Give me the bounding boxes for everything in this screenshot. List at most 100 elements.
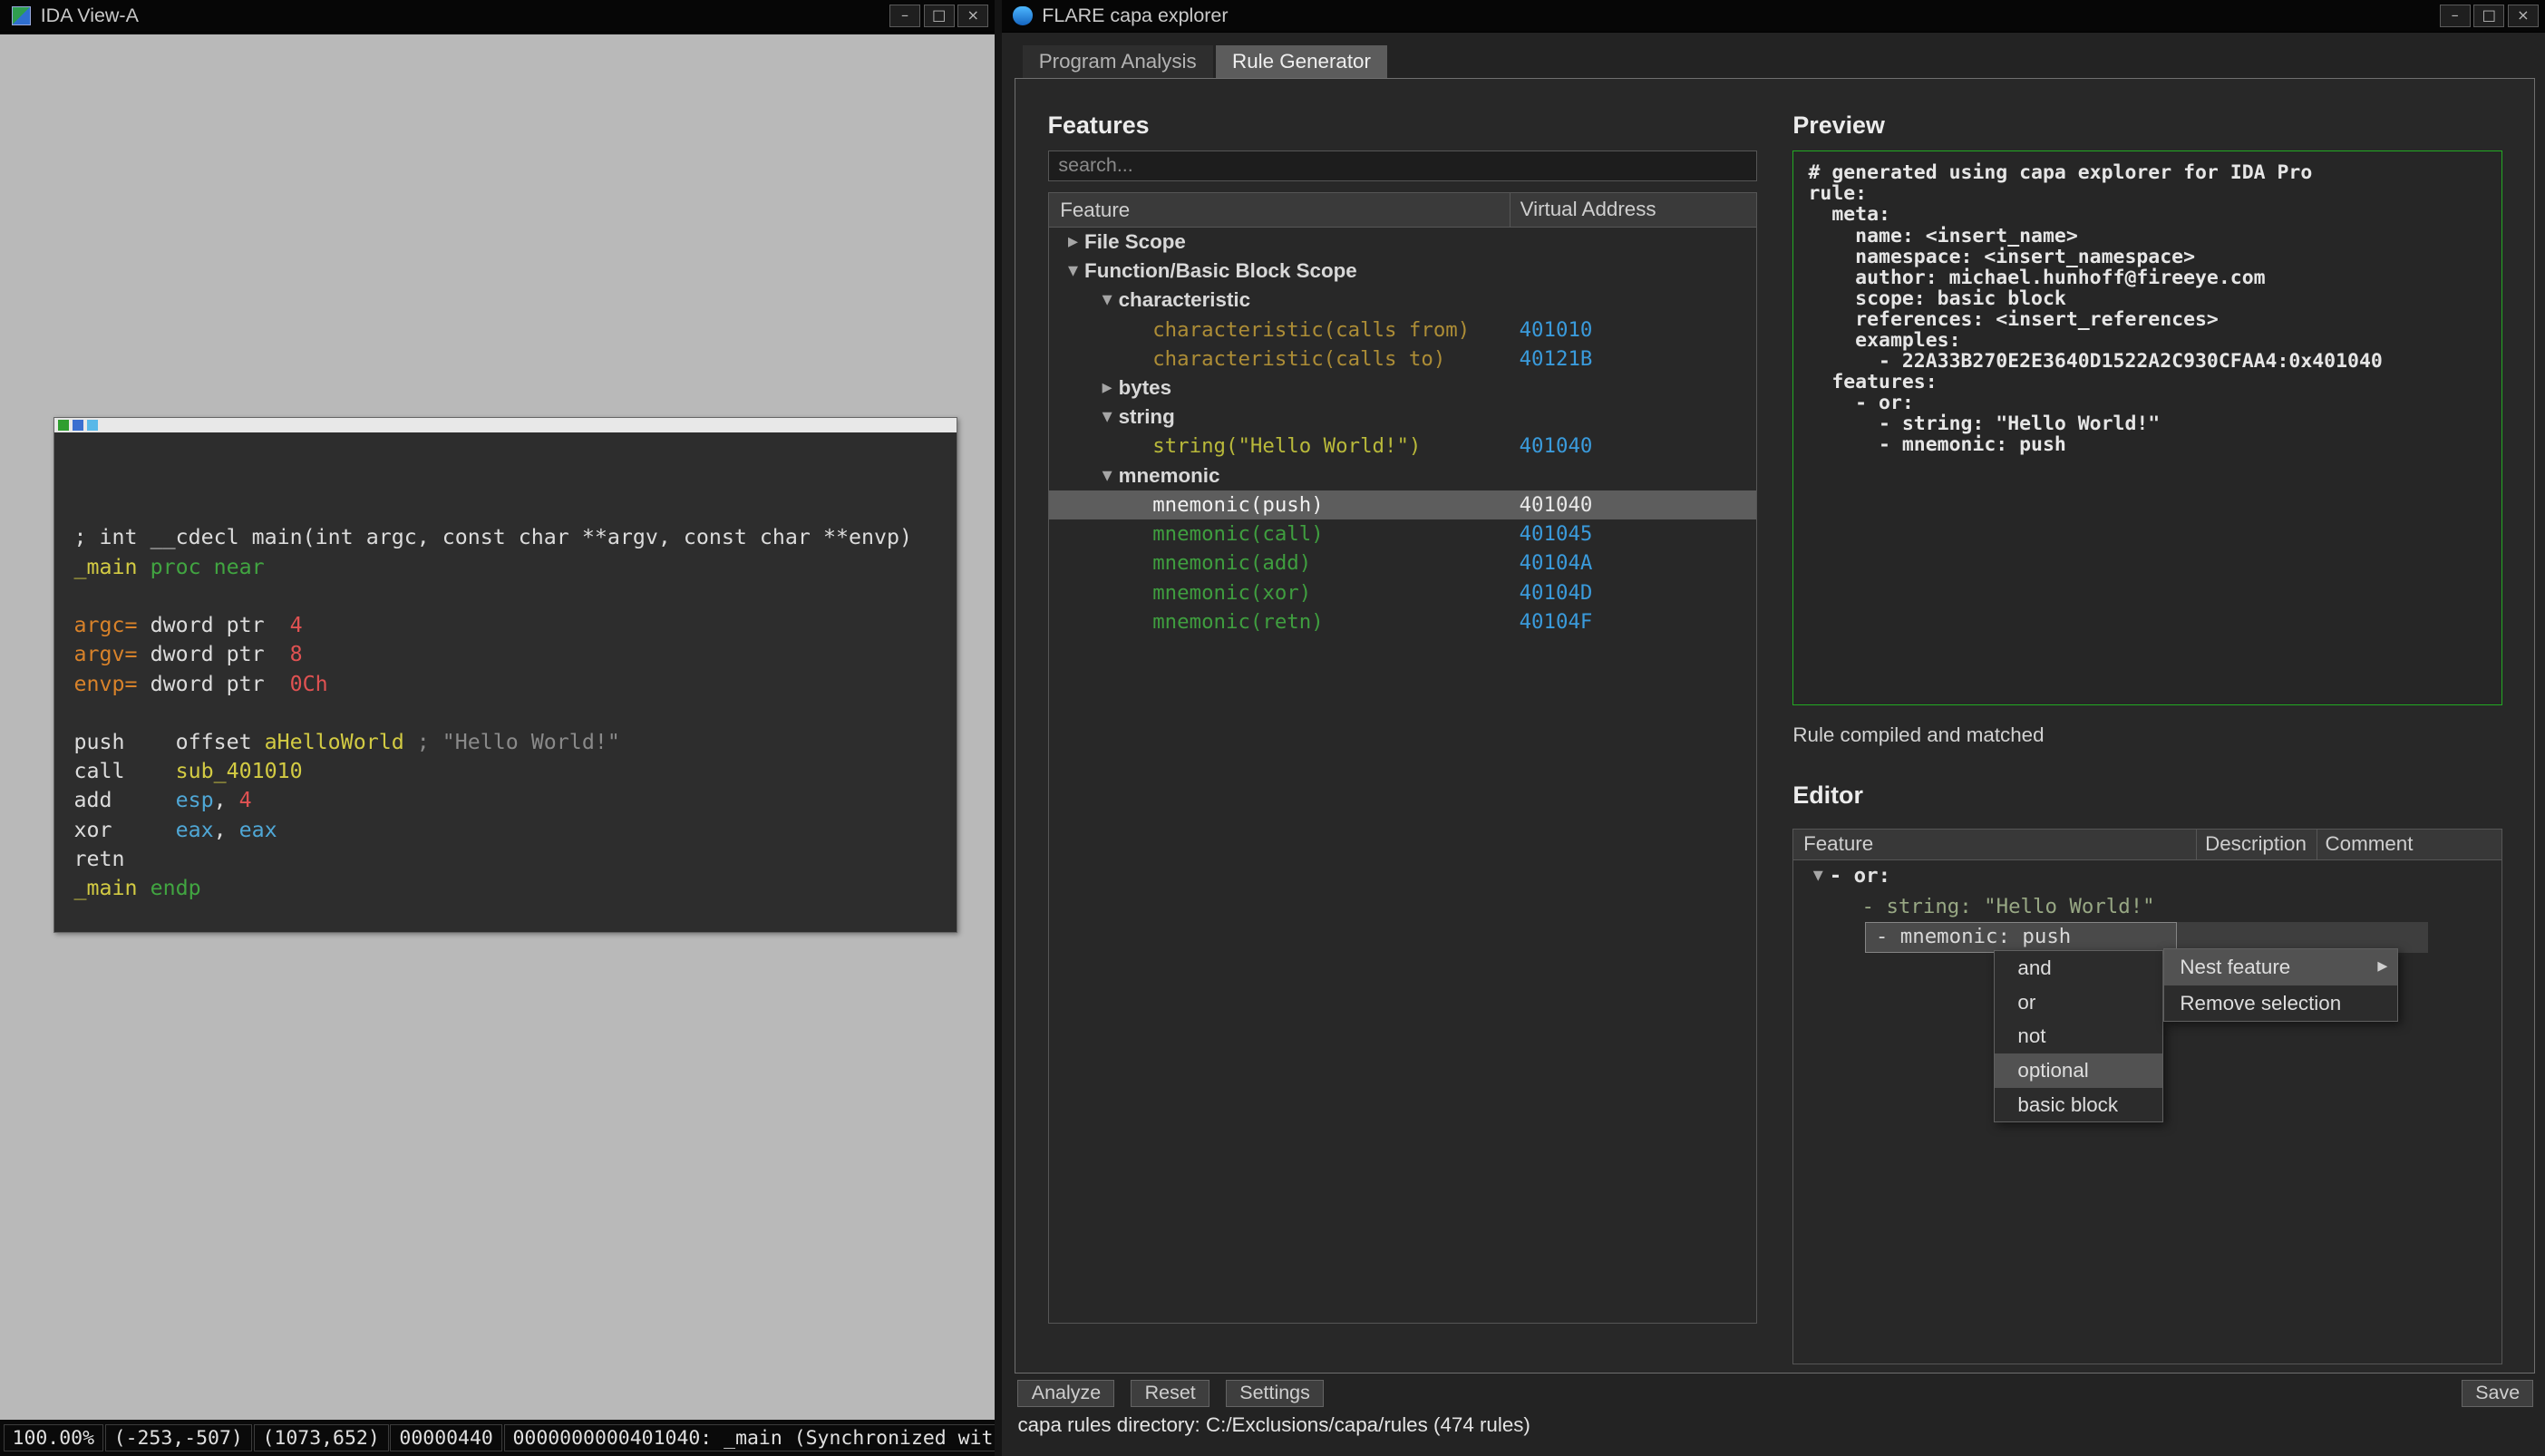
ida-code-line bbox=[74, 699, 957, 728]
capa-status-text: capa rules directory: C:/Exclusions/capa… bbox=[1017, 1413, 1530, 1437]
virtual-address: 40121B bbox=[1510, 347, 1756, 371]
feature-row[interactable]: mnemonic(add) 40104A bbox=[1049, 548, 1756, 578]
ida-status-segment: 0000000000401040: _main (Synchronized wi… bbox=[504, 1424, 996, 1452]
code-token: retn bbox=[74, 847, 125, 871]
virtual-address: 401040 bbox=[1510, 493, 1756, 517]
node-icon-blue bbox=[73, 420, 84, 432]
analyze-button[interactable]: Analyze bbox=[1017, 1380, 1114, 1407]
editor-heading: Editor bbox=[1792, 781, 1863, 810]
tab-rule-generator[interactable]: Rule Generator bbox=[1216, 45, 1387, 78]
feature-row[interactable]: ▼mnemonic bbox=[1049, 461, 1756, 490]
feature-row[interactable]: mnemonic(xor)40104D bbox=[1049, 578, 1756, 607]
capa-main-panel: Features Feature Virtual Address ▶File S… bbox=[1015, 78, 2535, 1373]
code-token: , bbox=[214, 818, 239, 842]
close-button[interactable]: × bbox=[957, 5, 988, 27]
feature-label-cell: mnemonic(xor) bbox=[1049, 581, 1510, 605]
minimize-button[interactable]: – bbox=[889, 5, 920, 27]
code-token: , bbox=[214, 788, 239, 812]
virtual-address: 40104A bbox=[1510, 551, 1756, 575]
feature-label-cell: mnemonic(retn) bbox=[1049, 610, 1510, 634]
desktop: IDA View-A –□× ; int __cdecl main(int ar… bbox=[0, 0, 2545, 1456]
context-menu: andornotoptionalbasic block bbox=[1994, 950, 2162, 1122]
code-token: ; "Hello World!" bbox=[404, 730, 620, 754]
feature-row[interactable]: string("Hello World!")401040 bbox=[1049, 432, 1756, 461]
capa-app-icon bbox=[1013, 6, 1032, 25]
feature-text: mnemonic(add) bbox=[1152, 551, 1311, 575]
menu-item-not[interactable]: not bbox=[1995, 1019, 2161, 1053]
features-tree-rows: ▶File Scope▼Function/Basic Block Scope▼c… bbox=[1049, 228, 1756, 636]
feature-label-cell: string("Hello World!") bbox=[1049, 434, 1510, 458]
feature-row[interactable]: characteristic(calls to)40121B bbox=[1049, 345, 1756, 374]
ida-code-line: argc= dword ptr 4 bbox=[74, 611, 957, 640]
column-comment: Comment bbox=[2317, 830, 2501, 859]
chevron-right-icon[interactable]: ▶ bbox=[1096, 381, 1119, 395]
chevron-down-icon[interactable]: ▼ bbox=[1807, 869, 1830, 883]
feature-row[interactable]: mnemonic(push) 401040 bbox=[1049, 490, 1756, 519]
context-submenu: Nest feature▶Remove selection bbox=[2163, 948, 2399, 1022]
menu-item-optional[interactable]: optional bbox=[1995, 1053, 2161, 1088]
code-token: _main bbox=[74, 555, 138, 579]
feature-row[interactable]: ▶File Scope bbox=[1049, 228, 1756, 257]
feature-row[interactable]: ▼string bbox=[1049, 403, 1756, 432]
ida-code-line: argv= dword ptr 8 bbox=[74, 640, 957, 669]
column-description: Description bbox=[2196, 830, 2316, 859]
menu-item-and[interactable]: and bbox=[1995, 951, 2161, 985]
maximize-button[interactable]: □ bbox=[2473, 5, 2504, 27]
feature-row[interactable]: characteristic(calls from)401010 bbox=[1049, 315, 1756, 344]
feature-text: mnemonic bbox=[1119, 464, 1220, 488]
tab-program-analysis[interactable]: Program Analysis bbox=[1023, 45, 1213, 78]
feature-row[interactable]: ▶bytes bbox=[1049, 374, 1756, 403]
code-token: aHelloWorld bbox=[265, 730, 404, 754]
submenu-item-nest-feature[interactable]: Nest feature▶ bbox=[2164, 949, 2398, 985]
feature-row[interactable]: mnemonic(retn)40104F bbox=[1049, 607, 1756, 636]
editor-row[interactable]: - string: "Hello World!" bbox=[1793, 891, 2501, 922]
column-feature: Feature bbox=[1793, 832, 2196, 856]
code-token: 8 bbox=[290, 642, 303, 666]
code-token: proc near bbox=[138, 555, 265, 579]
feature-row[interactable]: ▼Function/Basic Block Scope bbox=[1049, 257, 1756, 286]
ida-graph-view[interactable]: ; int __cdecl main(int argc, const char … bbox=[0, 34, 995, 1421]
feature-text: characteristic(calls from) bbox=[1152, 318, 1470, 342]
feature-text: mnemonic(push) bbox=[1152, 493, 1323, 517]
ida-code-line: add esp, 4 bbox=[74, 786, 957, 815]
features-heading: Features bbox=[1048, 112, 1150, 140]
code-token: esp bbox=[176, 788, 214, 812]
code-token: dword ptr bbox=[138, 672, 290, 696]
ida-window-controls: –□× bbox=[889, 5, 988, 27]
ida-titlebar[interactable]: IDA View-A –□× bbox=[0, 0, 995, 33]
node-icon-green bbox=[58, 420, 70, 432]
close-button[interactable]: × bbox=[2508, 5, 2539, 27]
code-token: eax bbox=[239, 818, 277, 842]
ida-code-line: _main proc near bbox=[74, 553, 957, 582]
chevron-down-icon[interactable]: ▼ bbox=[1096, 293, 1119, 307]
column-virtual-address: Virtual Address bbox=[1510, 193, 1756, 227]
menu-item-basic-block[interactable]: basic block bbox=[1995, 1088, 2161, 1122]
reset-button[interactable]: Reset bbox=[1131, 1380, 1209, 1407]
feature-row[interactable]: ▼characteristic bbox=[1049, 286, 1756, 315]
search-input[interactable] bbox=[1048, 150, 1757, 181]
feature-text: mnemonic(xor) bbox=[1152, 581, 1311, 605]
minimize-button[interactable]: – bbox=[2440, 5, 2471, 27]
selected-feature[interactable]: - mnemonic: push bbox=[1865, 922, 2177, 953]
editor-row[interactable]: ▼- or: bbox=[1793, 860, 2501, 891]
code-token: add bbox=[74, 788, 176, 812]
feature-label-cell: ▼characteristic bbox=[1049, 288, 1510, 312]
chevron-down-icon[interactable]: ▼ bbox=[1062, 264, 1084, 278]
feature-text: mnemonic(call) bbox=[1152, 522, 1323, 546]
settings-button[interactable]: Settings bbox=[1226, 1380, 1324, 1407]
feature-text: bytes bbox=[1119, 376, 1171, 400]
capa-titlebar[interactable]: FLARE capa explorer –□× bbox=[1002, 0, 2545, 33]
chevron-right-icon[interactable]: ▶ bbox=[1062, 235, 1084, 249]
chevron-down-icon[interactable]: ▼ bbox=[1096, 410, 1119, 424]
footer-buttons: Analyze Reset Settings bbox=[1017, 1380, 1324, 1407]
save-button[interactable]: Save bbox=[2462, 1380, 2534, 1407]
feature-row[interactable]: mnemonic(call)401045 bbox=[1049, 519, 1756, 548]
preview-heading: Preview bbox=[1792, 112, 1884, 140]
chevron-down-icon[interactable]: ▼ bbox=[1096, 469, 1119, 483]
feature-text: Function/Basic Block Scope bbox=[1084, 259, 1357, 283]
capa-window-title: FLARE capa explorer bbox=[1042, 5, 1228, 27]
submenu-item-remove-selection[interactable]: Remove selection bbox=[2164, 985, 2398, 1021]
ida-graph-node[interactable]: ; int __cdecl main(int argc, const char … bbox=[53, 417, 957, 933]
maximize-button[interactable]: □ bbox=[924, 5, 955, 27]
menu-item-or[interactable]: or bbox=[1995, 985, 2161, 1020]
